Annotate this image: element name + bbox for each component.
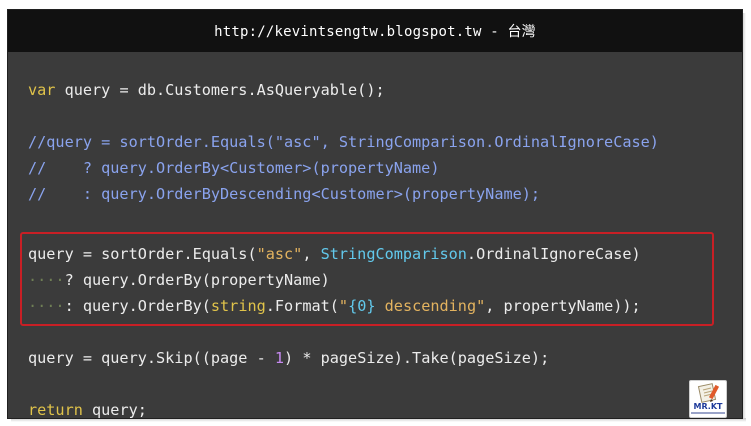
code-line-3-comment: // ? query.OrderBy<Customer>(propertyNam… [28, 158, 439, 178]
code-text: query = sortOrder.Equals( [28, 245, 257, 263]
number-literal: 1 [274, 349, 285, 367]
code-line-5: query = sortOrder.Equals("asc", StringCo… [28, 244, 641, 264]
blog-url-text: http://kevintsengtw.blogspot.tw - 台灣 [214, 24, 536, 40]
code-area: var query = db.Customers.AsQueryable(); … [8, 52, 742, 418]
blog-url-header: http://kevintsengtw.blogspot.tw - 台灣 [8, 10, 742, 52]
keyword-return: return [28, 401, 83, 419]
format-placeholder: {0} [348, 297, 376, 315]
code-text: , [302, 245, 321, 263]
code-text: query; [82, 401, 147, 419]
whitespace-dots: ···· [28, 271, 65, 289]
comment-text: // : query.OrderByDescending<Customer>(p… [28, 185, 541, 203]
keyword-string: string [210, 297, 266, 315]
code-screenshot-frame: http://kevintsengtw.blogspot.tw - 台灣 var… [7, 9, 743, 419]
code-line-2-comment: //query = sortOrder.Equals("asc", String… [28, 132, 659, 152]
code-line-4-comment: // : query.OrderByDescending<Customer>(p… [28, 184, 540, 204]
whitespace-dots: ···· [28, 297, 65, 315]
code-line-8: query = query.Skip((page - 1) * pageSize… [28, 348, 549, 368]
code-text: query = query.Skip((page - [28, 349, 275, 367]
notepad-pencil-icon [697, 383, 720, 403]
code-line-6: ····? query.OrderBy(propertyName) [28, 270, 330, 290]
mrkt-logo: MR.KT [689, 380, 727, 418]
code-line-1: var query = db.Customers.AsQueryable(); [28, 80, 385, 100]
code-text: ) * pageSize).Take(pageSize); [284, 349, 550, 367]
logo-underline [691, 412, 725, 414]
keyword-var: var [28, 81, 56, 99]
string-literal: " [338, 297, 349, 315]
code-text: : query.OrderBy( [64, 297, 211, 315]
logo-text: MR.KT [693, 402, 723, 411]
code-line-9: return query; [28, 400, 147, 419]
string-literal: descending" [375, 297, 486, 315]
code-text: query = db.Customers.AsQueryable(); [55, 81, 385, 99]
code-text: .OrdinalIgnoreCase) [466, 245, 641, 263]
comment-text: //query = sortOrder.Equals("asc", String… [28, 133, 659, 151]
code-text: , propertyName)); [485, 297, 641, 315]
code-text: .Format( [265, 297, 339, 315]
code-text: ? query.OrderBy(propertyName) [64, 271, 330, 289]
comment-text: // ? query.OrderBy<Customer>(propertyNam… [28, 159, 440, 177]
type-name: StringComparison [320, 245, 467, 263]
string-literal: "asc" [256, 245, 303, 263]
code-line-7: ····: query.OrderBy(string.Format("{0} d… [28, 296, 641, 316]
